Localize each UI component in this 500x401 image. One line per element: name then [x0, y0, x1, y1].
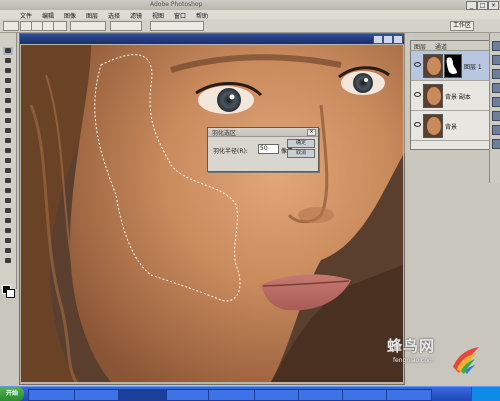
toolbox [0, 33, 17, 298]
notes-tool-icon[interactable] [3, 227, 13, 235]
close-icon[interactable]: × [307, 129, 316, 136]
healing-brush-tool-icon[interactable] [3, 107, 13, 115]
document-titlebar [20, 34, 404, 44]
type-tool-icon[interactable] [3, 197, 13, 205]
feather-dialog-titlebar: 羽化选区 × [208, 128, 318, 137]
watermark: 蜂鸟网 fengniao.com [385, 333, 485, 381]
system-tray-clock [471, 387, 500, 401]
ok-button[interactable]: 确定 [287, 139, 315, 148]
layer-thumbnail [423, 84, 443, 108]
tab-layers[interactable]: 图层 [414, 42, 426, 51]
close-button[interactable]: × [488, 1, 499, 10]
taskbar-button[interactable] [342, 389, 388, 401]
taskbar-button[interactable] [386, 389, 432, 401]
clone-stamp-tool-icon[interactable] [3, 127, 13, 135]
canvas[interactable] [21, 45, 403, 382]
slice-tool-icon[interactable] [3, 97, 13, 105]
document-minimize-button[interactable] [373, 35, 383, 44]
layer-row[interactable]: 背景 [411, 111, 489, 141]
antialias-checkbox[interactable] [110, 21, 142, 31]
history-brush-tool-icon[interactable] [3, 137, 13, 145]
panel-toggle-icon[interactable] [492, 41, 500, 51]
collapsed-panels-strip [489, 33, 500, 183]
style-select[interactable] [150, 21, 204, 31]
pen-tool-icon[interactable] [3, 207, 13, 215]
gradient-tool-icon[interactable] [3, 157, 13, 165]
taskbar-button[interactable] [166, 389, 210, 401]
layer-mask-thumbnail[interactable] [444, 54, 462, 78]
minimize-button[interactable]: _ [466, 1, 477, 10]
intersect-selection-button[interactable] [53, 21, 67, 31]
bird-logo-icon [453, 347, 479, 374]
start-button[interactable]: 开始 [0, 387, 24, 401]
taskbar: 开始 [0, 386, 500, 401]
shape-tool-icon[interactable] [3, 217, 13, 225]
layer-thumbnail [423, 114, 443, 138]
feather-dialog-title: 羽化选区 [212, 130, 237, 137]
watermark-text: 蜂鸟网 [387, 337, 436, 355]
panel-toggle-icon[interactable] [492, 125, 500, 135]
path-selection-tool-icon[interactable] [3, 187, 13, 195]
background-color-swatch[interactable] [6, 289, 15, 298]
hand-tool-icon[interactable] [3, 247, 13, 255]
layer-name[interactable]: 背景 [445, 122, 457, 131]
layer-row[interactable]: 背景 副本 [411, 81, 489, 111]
tool-preset-picker[interactable] [3, 21, 19, 31]
document-close-button[interactable] [393, 35, 403, 44]
taskbar-button[interactable] [74, 389, 120, 401]
feather-radius-input[interactable]: 50 [258, 144, 279, 154]
layer-name[interactable]: 背景 副本 [445, 92, 471, 101]
tab-channels[interactable]: 通道 [435, 42, 447, 51]
magic-wand-tool-icon[interactable] [3, 77, 13, 85]
taskbar-button[interactable] [254, 389, 300, 401]
watermark-subtext: fengniao.com [393, 357, 434, 364]
panel-toggle-icon[interactable] [492, 111, 500, 121]
taskbar-button[interactable] [208, 389, 256, 401]
layers-panel: 图层 通道 图层 1 背景 副本 背景 [410, 40, 490, 150]
cancel-button[interactable]: 取消 [287, 149, 315, 158]
layers-panel-tabs: 图层 通道 [411, 41, 489, 51]
app-title: Adobe Photoshop [150, 1, 203, 8]
feather-field[interactable] [70, 21, 106, 31]
layer-thumbnail [423, 54, 443, 78]
panel-toggle-icon[interactable] [492, 139, 500, 149]
panel-toggle-icon[interactable] [492, 69, 500, 79]
dodge-tool-icon[interactable] [3, 177, 13, 185]
marquee-tool-icon[interactable] [3, 47, 13, 55]
layer-row[interactable]: 图层 1 [411, 51, 489, 81]
eraser-tool-icon[interactable] [3, 147, 13, 155]
taskbar-button-active[interactable] [118, 389, 168, 401]
panel-toggle-icon[interactable] [492, 55, 500, 65]
eyedropper-tool-icon[interactable] [3, 237, 13, 245]
zoom-tool-icon[interactable] [3, 257, 13, 265]
feather-radius-label: 羽化半径(R): [213, 148, 248, 155]
options-bar: 工作区 [0, 19, 500, 33]
brush-tool-icon[interactable] [3, 117, 13, 125]
taskbar-button[interactable] [28, 389, 76, 401]
blur-tool-icon[interactable] [3, 167, 13, 175]
move-tool-icon[interactable] [3, 57, 13, 65]
taskbar-button[interactable] [298, 389, 344, 401]
workspace-button[interactable]: 工作区 [450, 21, 475, 31]
layer-name[interactable]: 图层 1 [464, 62, 482, 71]
lasso-tool-icon[interactable] [3, 67, 13, 75]
panel-toggle-icon[interactable] [492, 83, 500, 93]
portrait-photo [21, 45, 403, 382]
document-maximize-button[interactable] [383, 35, 393, 44]
toolbox-header [3, 37, 13, 45]
panel-toggle-icon[interactable] [492, 97, 500, 107]
eye-icon[interactable] [414, 62, 421, 67]
crop-tool-icon[interactable] [3, 87, 13, 95]
document-window [19, 33, 405, 385]
feather-dialog: 羽化选区 × 羽化半径(R): 50 像素 确定 取消 [207, 127, 319, 172]
maximize-button[interactable]: □ [477, 1, 488, 10]
eye-icon[interactable] [414, 92, 421, 97]
eye-icon[interactable] [414, 122, 421, 127]
